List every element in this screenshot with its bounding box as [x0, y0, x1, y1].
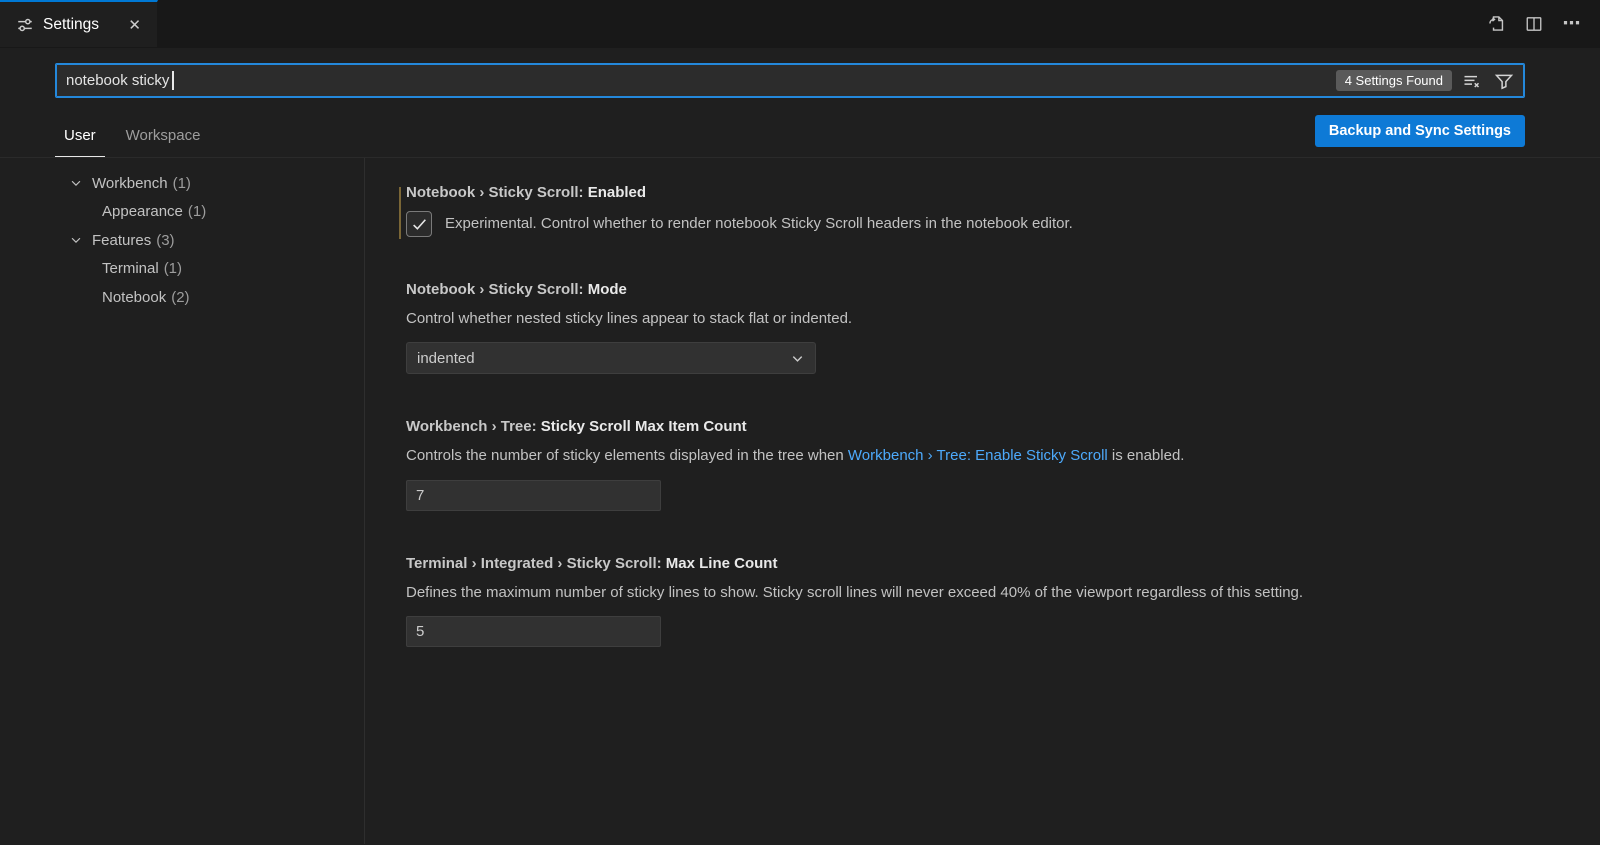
editor-tab-bar: Settings ✕ ⋯ [0, 0, 1600, 48]
tab-title: Settings [43, 16, 115, 34]
setting-title: Workbench › Tree: Sticky Scroll Max Item… [406, 418, 1580, 435]
toc-count: (1) [164, 260, 182, 277]
setting-terminal-sticky-scroll-max-line-count: Terminal › Integrated › Sticky Scroll: M… [406, 555, 1580, 647]
split-editor-icon[interactable] [1520, 10, 1548, 38]
settings-search-row: notebook sticky 4 Settings Found [55, 63, 1525, 98]
text-caret [172, 71, 174, 90]
chevron-down-icon[interactable] [68, 232, 84, 248]
tab-settings[interactable]: Settings ✕ [0, 0, 158, 47]
chevron-down-icon[interactable] [68, 175, 84, 191]
settings-toc-tree: Workbench (1) Appearance (1) Features (3… [0, 158, 365, 844]
search-input[interactable]: notebook sticky 4 Settings Found [55, 63, 1525, 98]
max-line-count-input[interactable] [406, 616, 661, 647]
editor-actions: ⋯ [1482, 0, 1600, 47]
setting-description: Defines the maximum number of sticky lin… [406, 583, 1580, 603]
setting-description: Experimental. Control whether to render … [445, 214, 1073, 234]
max-item-count-input[interactable] [406, 480, 661, 511]
search-input-value: notebook sticky [66, 72, 169, 89]
toc-item-workbench[interactable]: Workbench (1) [0, 169, 364, 198]
toc-count: (1) [188, 203, 206, 220]
clear-search-results-icon[interactable] [1460, 69, 1484, 93]
setting-title: Notebook › Sticky Scroll: Enabled [406, 184, 1580, 201]
backup-and-sync-settings-button[interactable]: Backup and Sync Settings [1315, 115, 1525, 147]
settings-scope-header: User Workspace Backup and Sync Settings [0, 110, 1600, 158]
checkbox-checked[interactable] [406, 211, 432, 237]
filter-settings-icon[interactable] [1492, 69, 1516, 93]
select-value: indented [417, 350, 790, 367]
setting-notebook-sticky-scroll-mode: Notebook › Sticky Scroll: Mode Control w… [406, 281, 1580, 374]
more-actions-icon[interactable]: ⋯ [1558, 10, 1586, 38]
toc-item-features[interactable]: Features (3) [0, 226, 364, 255]
open-settings-json-icon[interactable] [1482, 10, 1510, 38]
search-controls: 4 Settings Found [1336, 69, 1516, 93]
close-icon[interactable]: ✕ [124, 14, 145, 36]
toc-item-terminal[interactable]: Terminal (1) [0, 255, 364, 284]
setting-notebook-sticky-scroll-enabled: Notebook › Sticky Scroll: Enabled Experi… [406, 184, 1580, 237]
scope-tab-workspace[interactable]: Workspace [117, 127, 210, 157]
setting-workbench-tree-sticky-scroll-max-item-count: Workbench › Tree: Sticky Scroll Max Item… [406, 418, 1580, 510]
chevron-down-icon [790, 351, 805, 366]
setting-description: Control whether nested sticky lines appe… [406, 309, 1580, 329]
setting-description: Controls the number of sticky elements d… [406, 446, 1580, 466]
toc-item-appearance[interactable]: Appearance (1) [0, 198, 364, 227]
setting-link-enable-sticky-scroll[interactable]: Workbench › Tree: Enable Sticky Scroll [848, 447, 1108, 464]
toc-item-notebook[interactable]: Notebook (2) [0, 283, 364, 312]
setting-title: Notebook › Sticky Scroll: Mode [406, 281, 1580, 298]
scope-tab-user[interactable]: User [55, 127, 105, 157]
toc-count: (2) [171, 289, 189, 306]
toc-count: (3) [156, 232, 174, 249]
settings-list: Notebook › Sticky Scroll: Enabled Experi… [365, 158, 1600, 844]
mode-select-dropdown[interactable]: indented [406, 342, 816, 374]
settings-body: Workbench (1) Appearance (1) Features (3… [0, 158, 1600, 844]
results-count-badge: 4 Settings Found [1336, 70, 1452, 91]
setting-title: Terminal › Integrated › Sticky Scroll: M… [406, 555, 1580, 572]
sliders-settings-icon [16, 16, 34, 34]
toc-count: (1) [173, 175, 191, 192]
